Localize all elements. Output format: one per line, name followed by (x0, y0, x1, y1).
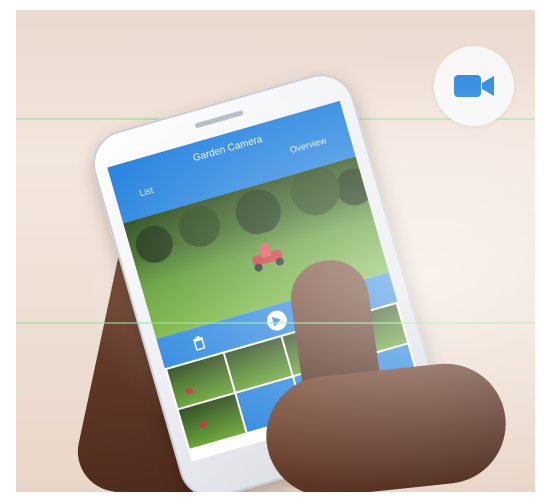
play-icon (272, 316, 282, 327)
video-badge (434, 46, 514, 126)
trash-icon (193, 335, 206, 351)
lawn-mower (247, 239, 286, 273)
video-camera-icon (454, 75, 494, 97)
scanline-lower (16, 322, 535, 324)
tab-list[interactable]: List (138, 185, 154, 198)
photo-frame: Garden Camera List Overview (16, 10, 535, 492)
phone-speaker (194, 109, 244, 129)
tab-overview[interactable]: Overview (289, 135, 328, 155)
